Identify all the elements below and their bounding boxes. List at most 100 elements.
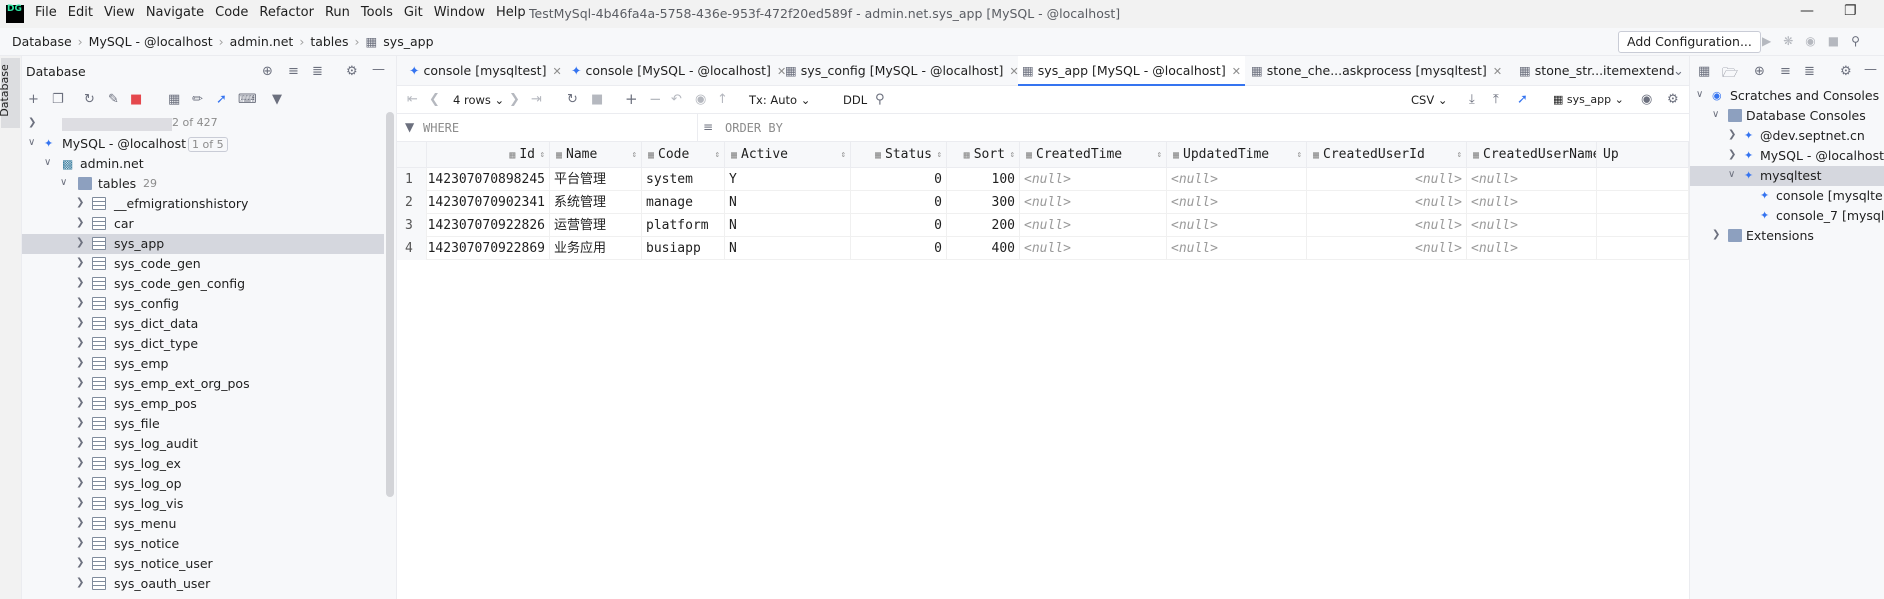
compare-icon[interactable]: ➚ — [1517, 92, 1528, 107]
refresh-icon[interactable]: ↻ — [567, 92, 578, 107]
folder-open-icon[interactable]: 🗁 — [1722, 64, 1738, 86]
upload-icon[interactable]: ⤒ — [1493, 92, 1499, 107]
run-icon[interactable]: ▶ — [1762, 34, 1771, 48]
refresh-icon[interactable]: ↻ — [84, 92, 95, 107]
cell-code[interactable]: manage — [642, 191, 725, 214]
cell-createdtime[interactable]: <null> — [1020, 191, 1167, 214]
menu-navigate[interactable]: Navigate — [146, 5, 204, 20]
tab-6[interactable]: ▦ stone_str...itemextend — [1515, 56, 1679, 86]
cell-createduserid[interactable]: <null> — [1307, 214, 1467, 237]
revert-icon[interactable]: ↶ — [671, 92, 682, 107]
cell-up[interactable] — [1597, 214, 1689, 237]
coverage-icon[interactable]: ◉ — [1805, 34, 1815, 48]
tree-node-mysqltest[interactable]: ∨ ✦ mysqltest — [1690, 166, 1884, 186]
view-icon[interactable]: ◉ — [1641, 92, 1652, 107]
where-filter-input[interactable]: WHERE — [423, 121, 459, 135]
cell-id[interactable]: 142307070898245 — [427, 168, 550, 191]
collapse-all-icon[interactable]: ≣ — [1804, 64, 1815, 79]
column-header-status[interactable]: ▦ Status ⇕ — [851, 142, 947, 168]
cell-createdusername[interactable]: <null> — [1467, 191, 1597, 214]
close-icon[interactable]: ✕ — [1493, 65, 1502, 78]
cell-active[interactable]: Y — [725, 168, 851, 191]
table-row[interactable]: 4 142307070922869 业务应用 busiapp N 0 400 <null> <n… — [397, 237, 1689, 260]
tree-node-table[interactable]: ❯ sys_app — [22, 234, 384, 254]
cell-createdtime[interactable]: <null> — [1020, 168, 1167, 191]
menu-code[interactable]: Code — [215, 5, 248, 20]
breadcrumb-item[interactable]: Database — [12, 34, 72, 49]
cell-status[interactable]: 0 — [851, 237, 947, 260]
cell-up[interactable] — [1597, 237, 1689, 260]
sort-icon[interactable]: ⇕ — [1297, 142, 1302, 168]
cell-createdtime[interactable]: <null> — [1020, 214, 1167, 237]
tree-node-table[interactable]: ❯ sys_notice — [22, 534, 384, 554]
cell-up[interactable] — [1597, 168, 1689, 191]
sort-icon[interactable]: ⇕ — [1010, 142, 1015, 168]
tab-5[interactable]: ▦ stone_che...askprocess [mysqltest] ✕ — [1247, 56, 1506, 86]
cell-status[interactable]: 0 — [851, 214, 947, 237]
edit-icon[interactable]: ✏ — [192, 92, 203, 107]
cell-updatedtime[interactable]: <null> — [1167, 168, 1307, 191]
breadcrumb-item[interactable]: tables — [310, 34, 348, 49]
cell-name[interactable]: 业务应用 — [550, 237, 642, 260]
query-console-icon[interactable]: ⌨ — [238, 92, 257, 107]
tree-node-hidden-connection[interactable]: ❯ 2 of 427 — [22, 114, 384, 134]
tree-node-table[interactable]: ❯ sys_emp_ext_org_pos — [22, 374, 384, 394]
tree-node-console[interactable]: ✦ console_7 [mysql — [1690, 206, 1884, 226]
sort-icon[interactable]: ⇕ — [841, 142, 846, 168]
tree-node-table[interactable]: ❯ sys_code_gen — [22, 254, 384, 274]
tree-node-table[interactable]: ❯ car — [22, 214, 384, 234]
close-icon[interactable]: ✕ — [552, 65, 561, 78]
menu-git[interactable]: Git — [404, 5, 423, 20]
sort-icon[interactable]: ⇕ — [1457, 142, 1462, 168]
sort-icon[interactable]: ⇕ — [1157, 142, 1162, 168]
cell-createdusername[interactable]: <null> — [1467, 237, 1597, 260]
menu-file[interactable]: File — [35, 5, 57, 20]
column-header-updatedtime[interactable]: ▦ UpdatedTime ⇕ — [1167, 142, 1307, 168]
tab-4[interactable]: ▦ sys_app [MySQL - @localhost] ✕ — [1018, 56, 1245, 86]
column-header-code[interactable]: ▦ Code ⇕ — [642, 142, 725, 168]
tree-node-dev-septnet[interactable]: ❯ ✦ @dev.septnet.cn — [1690, 126, 1884, 146]
crosshair-icon[interactable]: ⊕ — [262, 64, 273, 79]
tree-node-table[interactable]: ❯ sys_menu — [22, 514, 384, 534]
jump-icon[interactable]: ➚ — [216, 92, 227, 107]
cell-name[interactable]: 系统管理 — [550, 191, 642, 214]
cell-createdusername[interactable]: <null> — [1467, 214, 1597, 237]
add-configuration-button[interactable]: Add Configuration... — [1618, 31, 1761, 53]
stop-icon[interactable]: ■ — [591, 92, 603, 107]
cell-createdusername[interactable]: <null> — [1467, 168, 1597, 191]
cell-createduserid[interactable]: <null> — [1307, 191, 1467, 214]
tab-2[interactable]: ✦ console [MySQL - @localhost] ✕ — [567, 56, 790, 86]
cell-id[interactable]: 142307070922869 — [427, 237, 550, 260]
cell-updatedtime[interactable]: <null> — [1167, 191, 1307, 214]
column-header-sort[interactable]: ▦ Sort ⇕ — [947, 142, 1020, 168]
cell-status[interactable]: 0 — [851, 168, 947, 191]
cell-active[interactable]: N — [725, 237, 851, 260]
prev-page-icon[interactable]: ❮ — [429, 92, 440, 107]
add-row-icon[interactable]: + — [625, 90, 638, 108]
table-row[interactable]: 3 142307070922826 运营管理 platform N 0 200 <null> <… — [397, 214, 1689, 237]
table-row[interactable]: 1 142307070898245 平台管理 system Y 0 100 <null> <nu… — [397, 168, 1689, 191]
cell-name[interactable]: 平台管理 — [550, 168, 642, 191]
menu-view[interactable]: View — [104, 5, 135, 20]
download-icon[interactable]: ⤓ — [1469, 92, 1475, 107]
tree-node-extensions[interactable]: ❯ Extensions — [1690, 226, 1884, 246]
tree-node-database-consoles[interactable]: ∨ Database Consoles — [1690, 106, 1884, 126]
rows-count-dropdown[interactable]: 4 rows ⌄ — [453, 93, 504, 107]
tree-node-console[interactable]: ✦ console [mysqlte — [1690, 186, 1884, 206]
preview-changes-icon[interactable]: ◉ — [695, 92, 706, 107]
column-header-createduserid[interactable]: ▦ CreatedUserId ⇕ — [1307, 142, 1467, 168]
tree-node-table[interactable]: ❯ sys_code_gen_config — [22, 274, 384, 294]
table-row[interactable]: 2 142307070902341 系统管理 manage N 0 300 <null> <nu… — [397, 191, 1689, 214]
column-header-createdusername[interactable]: ▦ CreatedUserName ⇕ — [1467, 142, 1597, 168]
sort-icon[interactable]: ⇕ — [632, 142, 637, 168]
column-header-id[interactable]: ▦ Id ⇕ — [427, 142, 550, 168]
menu-refactor[interactable]: Refactor — [259, 5, 314, 20]
breadcrumb-item[interactable]: sys_app — [383, 34, 433, 49]
expand-all-icon[interactable]: ≡ — [288, 64, 299, 79]
cell-code[interactable]: system — [642, 168, 725, 191]
tree-node-table[interactable]: ❯ sys_notice_user — [22, 554, 384, 574]
tree-node-table[interactable]: ❯ sys_log_audit — [22, 434, 384, 454]
cell-name[interactable]: 运营管理 — [550, 214, 642, 237]
collapse-all-icon[interactable]: ≣ — [312, 64, 323, 79]
tree-node-schema[interactable]: ∨ ▩ admin.net — [22, 154, 384, 174]
